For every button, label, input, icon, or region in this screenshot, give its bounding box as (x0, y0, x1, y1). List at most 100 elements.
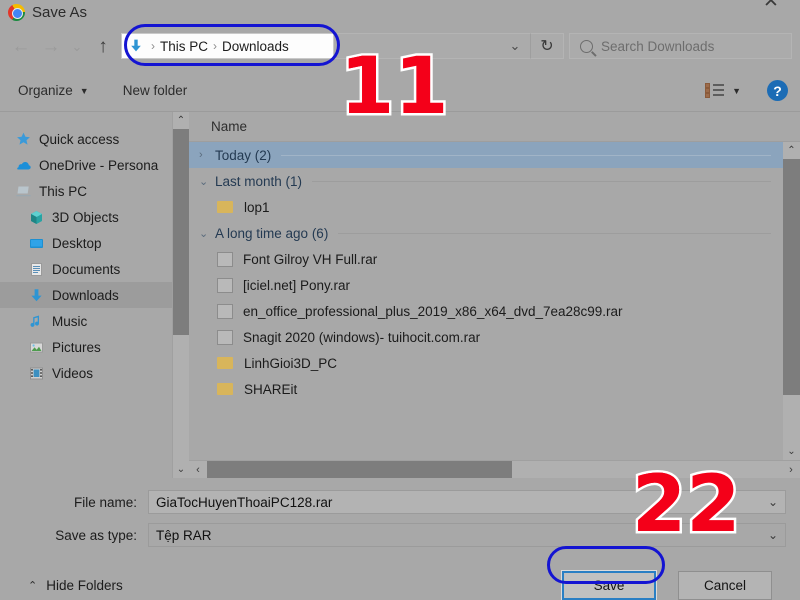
organize-button[interactable]: Organize ▼ (18, 83, 89, 98)
cloud-icon (15, 157, 32, 174)
button-row: ⌃ Hide Folders Save Cancel (14, 570, 786, 600)
chrome-icon (8, 4, 25, 21)
address-bar-remainder[interactable]: ⌄ (333, 33, 531, 59)
vertical-scroll-thumb[interactable] (783, 159, 800, 395)
save-button[interactable]: Save (561, 570, 657, 600)
scroll-up-icon[interactable]: ⌃ (173, 112, 190, 129)
chevron-down-icon[interactable]: ⌄ (761, 528, 785, 542)
folder-icon (217, 383, 233, 395)
new-folder-button[interactable]: New folder (123, 83, 188, 98)
group-header-a-long-time-ago[interactable]: ⌄ A long time ago (6) (189, 220, 783, 246)
cancel-button[interactable]: Cancel (678, 571, 772, 600)
savetype-row: Save as type: Tệp RAR ⌄ (14, 523, 786, 547)
breadcrumb-item-downloads[interactable]: Downloads (222, 39, 289, 54)
scroll-right-icon[interactable]: › (782, 464, 800, 476)
chevron-down-icon: ▼ (79, 85, 89, 96)
downloads-arrow-icon (128, 38, 144, 54)
sidebar-scrollbar[interactable]: ⌃ ⌄ (172, 112, 189, 478)
document-icon (217, 277, 233, 293)
scroll-down-icon[interactable]: ⌄ (783, 443, 800, 460)
filename-label: File name: (73, 494, 137, 510)
horizontal-scroll-track[interactable] (207, 461, 782, 478)
group-header-today[interactable]: › Today (2) (189, 142, 783, 168)
navigation-bar: ← → ⌄ ↑ › This PC › Downloads ⌄ ↻ Search… (0, 22, 800, 70)
sidebar-scroll-thumb[interactable] (173, 129, 189, 335)
desktop-icon (28, 235, 45, 252)
downloads-icon (28, 287, 45, 304)
sidebar-item-quick-access[interactable]: Quick access (0, 126, 172, 152)
breadcrumb-item-this-pc[interactable]: This PC (160, 39, 208, 54)
search-placeholder: Search Downloads (601, 38, 715, 54)
sidebar-item-label: 3D Objects (52, 209, 119, 225)
horizontal-scroll-thumb[interactable] (207, 461, 512, 478)
scroll-down-icon[interactable]: ⌄ (173, 461, 190, 478)
recent-locations-icon[interactable]: ⌄ (66, 31, 88, 61)
list-item[interactable]: Snagit 2020 (windows)- tuihocit.com.rar (189, 324, 783, 350)
file-list-items: › Today (2) ⌄ Last month (1) lop1 ⌄ A lo… (189, 142, 783, 460)
group-header-last-month[interactable]: ⌄ Last month (1) (189, 168, 783, 194)
forward-icon[interactable]: → (36, 31, 66, 61)
sidebar-item-onedrive[interactable]: OneDrive - Persona (0, 152, 172, 178)
folder-icon (217, 357, 233, 369)
scroll-left-icon[interactable]: ‹ (189, 464, 207, 476)
filename-input[interactable]: GiaTocHuyenThoaiPC128.rar ⌄ (148, 490, 786, 514)
filename-value: GiaTocHuyenThoaiPC128.rar (156, 494, 333, 510)
sidebar-item-3d-objects[interactable]: 3D Objects (0, 204, 172, 230)
chevron-down-icon[interactable]: ⌄ (199, 227, 215, 240)
help-icon[interactable]: ? (767, 80, 788, 101)
list-item-label: Font Gilroy VH Full.rar (243, 251, 378, 267)
videos-icon (28, 365, 45, 382)
pc-icon (15, 183, 32, 200)
vertical-scroll-track[interactable] (783, 159, 800, 443)
back-icon[interactable]: ← (6, 31, 36, 61)
list-item[interactable]: [iciel.net] Pony.rar (189, 272, 783, 298)
breadcrumb[interactable]: › This PC › Downloads (121, 33, 334, 59)
refresh-icon[interactable]: ↻ (530, 33, 564, 59)
hide-folders-label: Hide Folders (46, 578, 123, 593)
up-icon[interactable]: ↑ (88, 31, 118, 61)
scroll-up-icon[interactable]: ⌃ (783, 142, 800, 159)
navigation-pane: Quick access OneDrive - Persona This PC … (0, 112, 172, 478)
sidebar-item-this-pc[interactable]: This PC (0, 178, 172, 204)
chevron-down-icon[interactable]: ⌄ (761, 495, 785, 509)
savetype-select[interactable]: Tệp RAR ⌄ (148, 523, 786, 547)
breadcrumb-bar[interactable]: › This PC › Downloads (121, 33, 334, 59)
column-header-name[interactable]: Name (189, 112, 800, 142)
group-divider (312, 180, 771, 182)
sidebar-item-label: Pictures (52, 339, 101, 355)
hide-folders-button[interactable]: ⌃ Hide Folders (28, 578, 123, 593)
sidebar-item-label: Music (52, 313, 88, 329)
file-list-pane: Name › Today (2) ⌄ Last month (1) lop1 ⌄… (189, 112, 800, 478)
list-item[interactable]: lop1 (189, 194, 783, 220)
list-item[interactable]: en_office_professional_plus_2019_x86_x64… (189, 298, 783, 324)
window-title: Save As (32, 4, 88, 21)
sidebar-item-pictures[interactable]: Pictures (0, 334, 172, 360)
list-item[interactable]: LinhGioi3D_PC (189, 350, 783, 376)
chevron-up-icon: ⌃ (28, 580, 38, 592)
sidebar-item-music[interactable]: Music (0, 308, 172, 334)
group-header-label: A long time ago (6) (215, 225, 329, 241)
view-options-icon[interactable] (705, 83, 725, 98)
chevron-down-icon[interactable]: ⌄ (500, 34, 530, 58)
search-input[interactable]: Search Downloads (569, 33, 792, 59)
sidebar-item-documents[interactable]: Documents (0, 256, 172, 282)
sidebar-scroll-track[interactable] (173, 129, 189, 461)
close-icon[interactable]: ✕ (756, 0, 786, 16)
sidebar-item-label: OneDrive - Persona (39, 157, 159, 173)
chevron-right-icon[interactable]: › (199, 149, 215, 161)
savetype-label: Save as type: (55, 527, 137, 543)
file-list-vertical-scrollbar[interactable]: ⌃ ⌄ (783, 142, 800, 460)
sidebar-item-desktop[interactable]: Desktop (0, 230, 172, 256)
star-icon (15, 131, 32, 148)
chevron-down-icon[interactable]: ⌄ (199, 175, 215, 188)
file-list-horizontal-scrollbar[interactable]: ‹ › (189, 460, 800, 478)
document-icon (217, 303, 233, 319)
list-item-label: LinhGioi3D_PC (244, 355, 338, 371)
file-list-body: › Today (2) ⌄ Last month (1) lop1 ⌄ A lo… (189, 142, 800, 460)
breadcrumb-separator-2: › (213, 39, 218, 53)
list-item[interactable]: SHAREit (189, 376, 783, 402)
sidebar-item-videos[interactable]: Videos (0, 360, 172, 386)
view-options-caret-icon[interactable]: ▼ (732, 86, 741, 96)
list-item[interactable]: Font Gilroy VH Full.rar (189, 246, 783, 272)
sidebar-item-downloads[interactable]: Downloads (0, 282, 172, 308)
